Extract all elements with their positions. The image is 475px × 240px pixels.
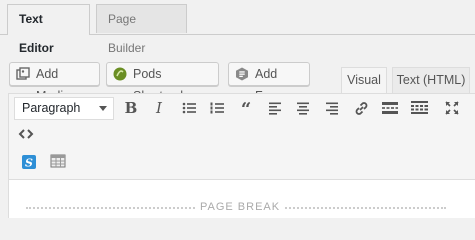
- align-right-icon[interactable]: [321, 97, 343, 119]
- page-break-label: PAGE BREAK: [195, 201, 286, 213]
- tab-page-builder[interactable]: Page Builder: [96, 4, 187, 55]
- numbered-list-icon[interactable]: [206, 97, 228, 119]
- tab-text-editor[interactable]: Text Editor: [7, 4, 90, 55]
- chevron-down-icon: [99, 106, 107, 111]
- bulleted-list-icon[interactable]: [178, 97, 200, 119]
- italic-icon[interactable]: I: [148, 97, 170, 119]
- s-plugin-icon[interactable]: S: [18, 150, 40, 172]
- format-select-value: Paragraph: [22, 101, 81, 115]
- blockquote-icon[interactable]: “: [235, 97, 257, 120]
- fullscreen-icon[interactable]: [441, 97, 463, 119]
- bold-icon[interactable]: B: [120, 97, 142, 119]
- align-left-icon[interactable]: [264, 97, 286, 119]
- format-select[interactable]: Paragraph: [14, 97, 114, 120]
- add-form-button[interactable]: Add Form: [228, 62, 310, 103]
- pods-icon: [113, 67, 127, 81]
- add-media-icon: [16, 67, 30, 80]
- link-icon[interactable]: [350, 97, 372, 119]
- tab-text-html[interactable]: Text (HTML): [392, 67, 470, 93]
- form-icon: [236, 67, 248, 81]
- pods-shortcode-button[interactable]: Pods Shortcode: [106, 62, 219, 103]
- tab-visual[interactable]: Visual: [341, 67, 387, 94]
- add-media-button[interactable]: Add Media: [9, 62, 100, 103]
- table-icon[interactable]: [47, 150, 69, 172]
- code-icon[interactable]: [15, 123, 37, 145]
- read-more-icon[interactable]: [379, 97, 401, 119]
- svg-text:S: S: [25, 157, 33, 170]
- editor-tabs: Text Editor Page Builder: [0, 0, 475, 55]
- toolbar-toggle-icon[interactable]: [408, 97, 430, 119]
- align-center-icon[interactable]: [292, 97, 314, 119]
